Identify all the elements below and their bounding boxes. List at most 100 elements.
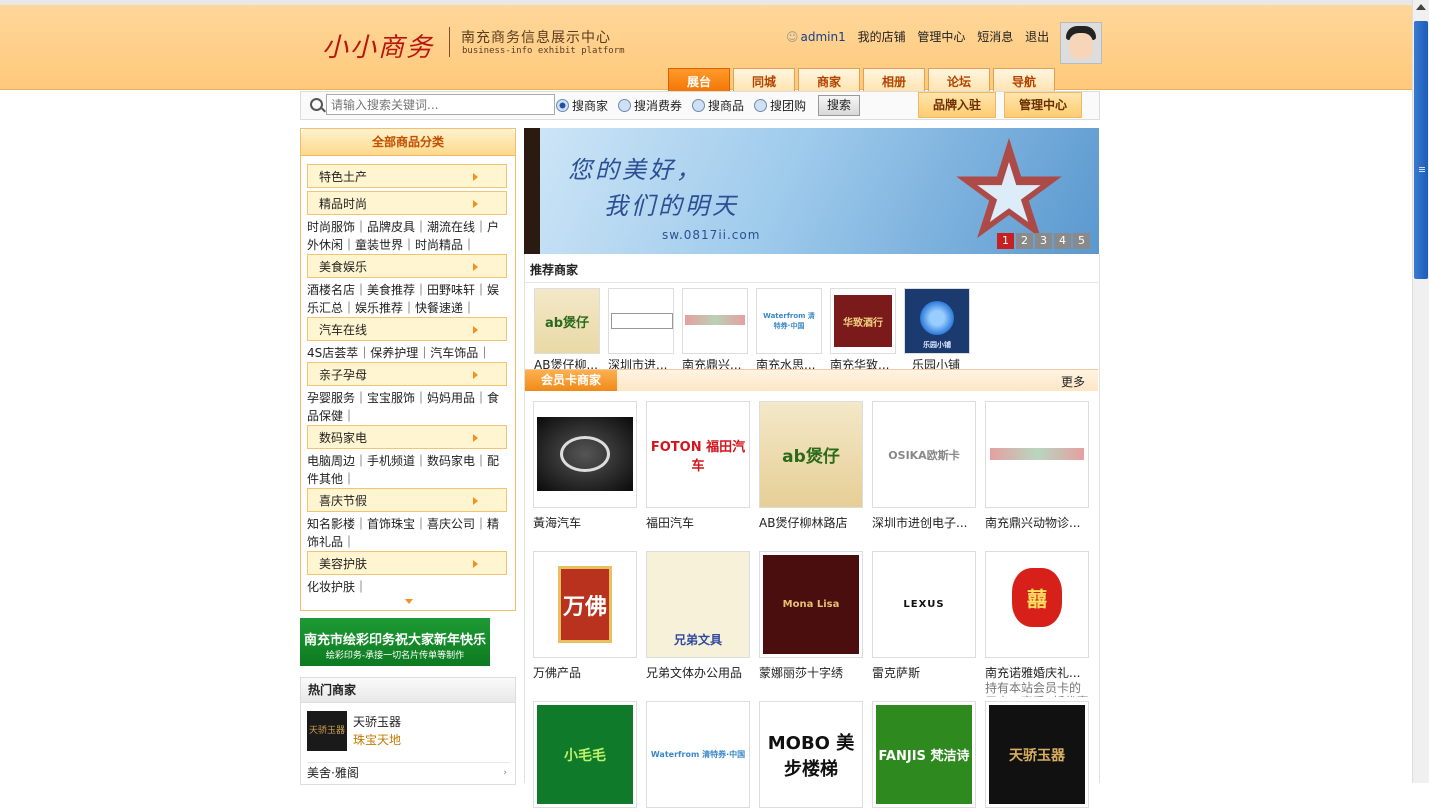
member-merchant-card[interactable]: 天骄玉器 [985, 701, 1089, 808]
merchant-logo[interactable]: ab煲仔 [534, 288, 600, 354]
radio-label: 搜商品 [708, 99, 745, 113]
category-item[interactable]: 亲子孕母 [307, 362, 507, 386]
grip-icon [1419, 167, 1425, 168]
brand-join-button[interactable]: 品牌入驻 [918, 92, 996, 118]
my-shop-link[interactable]: 我的店铺 [858, 30, 906, 44]
radio-dot-icon [618, 99, 632, 112]
arrow-right-icon [473, 263, 478, 271]
category-subs[interactable]: 4S店荟萃｜保养护理｜汽车饰品｜ [307, 344, 510, 362]
slide-dot[interactable]: 2 [1016, 233, 1033, 249]
merchant-logo[interactable]: 囍 [985, 551, 1089, 658]
merchant-logo[interactable]: FANJIS 梵洁诗 [872, 701, 976, 808]
more-link[interactable]: 更多 [1061, 373, 1085, 390]
merchant-caption: 福田汽车 [646, 516, 695, 530]
category-item[interactable]: 数码家电 [307, 425, 507, 449]
category-subs[interactable]: 时尚服饰｜品牌皮具｜潮流在线｜户外休闲｜童装世界｜时尚精品｜ [307, 218, 510, 254]
recommended-merchant[interactable]: 南充鼎兴... [682, 288, 748, 373]
member-merchant-card[interactable]: ab煲仔 AB煲仔柳林路店 [759, 401, 863, 531]
hot-merchant-next[interactable]: 美舍·雅阁 › [307, 762, 510, 783]
hot-merchant-category[interactable]: 珠宝天地 [353, 731, 401, 748]
merchant-logo-text: ab煲仔 [544, 315, 590, 331]
category-subs[interactable]: 电脑周边｜手机频道｜数码家电｜配件其他｜ [307, 452, 510, 488]
member-merchant-card[interactable]: OSIKA欧斯卡 深圳市进创电子... [872, 401, 976, 531]
category-item[interactable]: 精品时尚 [307, 191, 507, 215]
radio-search-merchants[interactable]: 搜商家 [556, 97, 608, 114]
admin-center-button[interactable]: 管理中心 [1004, 92, 1082, 118]
messages-link[interactable]: 短消息 [977, 30, 1013, 44]
hot-merchant-next-label: 美舍·雅阁 [307, 766, 359, 780]
merchant-logo[interactable]: MOBO 美步楼梯 [759, 701, 863, 808]
category-item[interactable]: 美容护肤 [307, 551, 507, 575]
member-merchant-card[interactable]: FANJIS 梵洁诗 [872, 701, 976, 808]
merchant-logo[interactable]: 万佛 [533, 551, 637, 658]
member-merchant-card[interactable]: 万佛 万佛产品 [533, 551, 637, 681]
merchant-logo[interactable] [608, 288, 674, 354]
category-subs[interactable]: 酒楼名店｜美食推荐｜田野味轩｜娱乐汇总｜娱乐推荐｜快餐速递｜ [307, 281, 510, 317]
category-item[interactable]: 美食娱乐 [307, 254, 507, 278]
category-subs[interactable]: 孕婴服务｜宝宝服饰｜妈妈用品｜食品保健｜ [307, 389, 510, 425]
avatar-face [1069, 33, 1093, 59]
logout-link[interactable]: 退出 [1025, 30, 1049, 44]
site-header: 小小商务 南充商务信息展示中心 business-info exhibit pl… [0, 5, 1412, 95]
username-link[interactable]: admin1 [801, 30, 846, 44]
merchant-logo[interactable]: FOTON 福田汽车 [646, 401, 750, 508]
merchant-logo[interactable]: OSIKA欧斯卡 [872, 401, 976, 508]
sidebar-ad-banner[interactable]: 南充市绘彩印务祝大家新年快乐 绘彩印务-承接一切名片传单等制作 [300, 618, 490, 666]
radio-dot-icon [556, 99, 569, 112]
page-scrollbar[interactable] [1412, 0, 1429, 783]
scroll-up-icon[interactable] [1416, 4, 1426, 10]
member-merchant-card[interactable]: 兄弟文具 兄弟文体办公用品 [646, 551, 750, 681]
recommended-merchant[interactable]: 乐园小铺 乐园小铺 [904, 288, 970, 373]
recommended-merchant[interactable]: 深圳市进... [608, 288, 674, 373]
merchant-logo[interactable]: 天骄玉器 [307, 711, 347, 751]
member-merchant-card[interactable]: Waterfrom 清特券·中国 [646, 701, 750, 808]
radio-search-groupbuy[interactable]: 搜团购 [754, 97, 806, 114]
expand-down-icon[interactable] [405, 599, 413, 604]
slide-dot[interactable]: 1 [997, 233, 1014, 249]
merchant-logo[interactable] [985, 401, 1089, 508]
recommended-merchant[interactable]: 华致酒行 南充华致... [830, 288, 896, 373]
merchant-logo[interactable]: 乐园小铺 [904, 288, 970, 354]
search-button[interactable]: 搜索 [818, 95, 860, 116]
merchant-logo-text: Mona Lisa [763, 555, 859, 654]
slide-dot[interactable]: 4 [1054, 233, 1071, 249]
merchant-logo[interactable]: Waterfrom 清特券·中国 [646, 701, 750, 808]
merchant-logo[interactable]: Waterfrom 清特券·中国 [756, 288, 822, 354]
admin-center-link[interactable]: 管理中心 [917, 30, 965, 44]
category-item[interactable]: 特色土产 [307, 164, 507, 188]
member-merchant-card[interactable]: Mona Lisa 蒙娜丽莎十字绣 [759, 551, 863, 681]
merchant-logo[interactable] [533, 401, 637, 508]
merchant-caption: 万佛产品 [533, 666, 582, 680]
member-merchant-card[interactable]: 南充鼎兴动物诊... [985, 401, 1089, 531]
member-merchant-card[interactable]: LEXUS 雷克萨斯 [872, 551, 976, 681]
member-merchant-card[interactable]: 囍 南充诺雅婚庆礼... 持有本站会员卡的用户，享受8折优惠 [985, 551, 1089, 697]
recommended-merchant[interactable]: ab煲仔 AB煲仔柳... [534, 288, 600, 373]
merchant-logo[interactable]: LEXUS [872, 551, 976, 658]
radio-search-products[interactable]: 搜商品 [692, 97, 744, 114]
category-subs[interactable]: 知名影楼｜首饰珠宝｜喜庆公司｜精饰礼品｜ [307, 515, 510, 551]
merchant-logo[interactable] [682, 288, 748, 354]
search-input[interactable] [326, 94, 555, 115]
avatar[interactable] [1060, 22, 1102, 64]
hot-merchant-name[interactable]: 天骄玉器 [353, 713, 401, 730]
merchant-logo[interactable]: 兄弟文具 [646, 551, 750, 658]
merchant-logo[interactable]: 华致酒行 [830, 288, 896, 354]
category-item[interactable]: 喜庆节假 [307, 488, 507, 512]
member-merchant-card[interactable]: 小毛毛 [533, 701, 637, 808]
member-merchant-card[interactable]: MOBO 美步楼梯 [759, 701, 863, 808]
recommended-merchant[interactable]: Waterfrom 清特券·中国 南充水思... [756, 288, 822, 373]
merchant-logo[interactable]: 小毛毛 [533, 701, 637, 808]
merchant-logo[interactable]: 天骄玉器 [985, 701, 1089, 808]
merchant-logo[interactable]: Mona Lisa [759, 551, 863, 658]
site-logo[interactable]: 小小商务 [322, 27, 434, 64]
slide-dot[interactable]: 3 [1035, 233, 1052, 249]
category-item[interactable]: 汽车在线 [307, 317, 507, 341]
member-merchant-card[interactable]: 黃海汽车 [533, 401, 637, 531]
slide-dot[interactable]: 5 [1073, 233, 1090, 249]
scrollbar-thumb[interactable] [1414, 21, 1428, 279]
member-merchant-card[interactable]: FOTON 福田汽车 福田汽车 [646, 401, 750, 531]
radio-search-coupons[interactable]: 搜消费券 [618, 97, 682, 114]
radio-label: 搜消费券 [634, 99, 683, 113]
category-subs[interactable]: 化妆护肤｜ [307, 578, 510, 596]
merchant-logo[interactable]: ab煲仔 [759, 401, 863, 508]
